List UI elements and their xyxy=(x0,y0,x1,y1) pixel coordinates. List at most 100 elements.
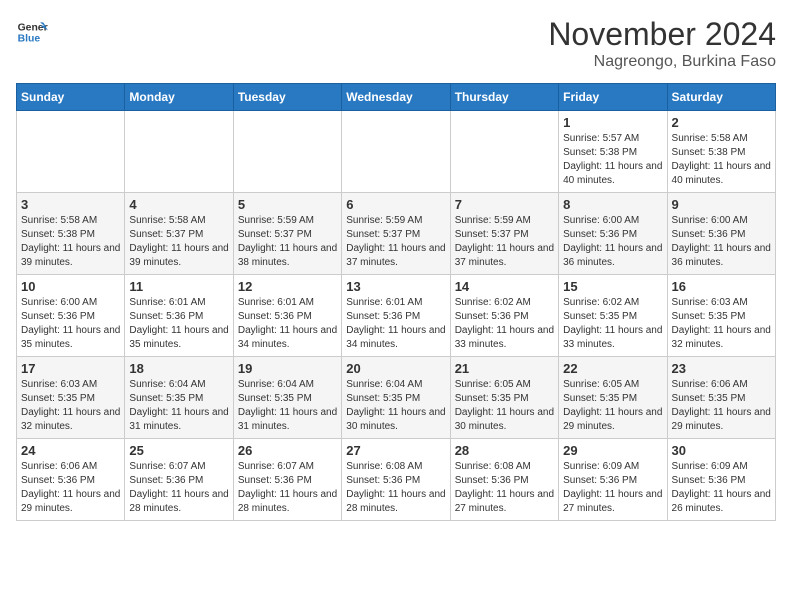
day-info: Sunrise: 6:01 AM Sunset: 5:36 PM Dayligh… xyxy=(129,296,228,352)
calendar-cell: 9Sunrise: 6:00 AM Sunset: 5:36 PM Daylig… xyxy=(667,193,775,275)
day-number: 26 xyxy=(238,443,337,458)
day-info: Sunrise: 6:02 AM Sunset: 5:35 PM Dayligh… xyxy=(563,296,662,352)
calendar-cell: 28 Sunrise: 6:08 AM Sunset: 5:36 PM Dayli… xyxy=(450,439,558,521)
day-info: Sunrise: 5:59 AM Sunset: 5:37 PM Dayligh… xyxy=(346,214,445,270)
calendar-cell: 20 Sunrise: 6:04 AM Sunset: 5:35 PM Dayli… xyxy=(342,357,450,439)
day-info: Sunrise: 6:09 AM Sunset: 5:36 PM Dayligh… xyxy=(672,460,771,516)
day-info: Sunrise: 6:03 AM Sunset: 5:35 PM Dayligh… xyxy=(672,296,771,352)
logo: General Blue xyxy=(16,16,48,48)
calendar-cell: 17 Sunrise: 6:03 AM Sunset: 5:35 PM Dayli… xyxy=(17,357,125,439)
calendar-cell xyxy=(125,111,233,193)
calendar-cell: 3Sunrise: 5:58 AM Sunset: 5:38 PM Daylig… xyxy=(17,193,125,275)
calendar-cell: 29 Sunrise: 6:09 AM Sunset: 5:36 PM Dayli… xyxy=(559,439,667,521)
day-number: 24 xyxy=(21,443,120,458)
day-info: Sunrise: 5:58 AM Sunset: 5:38 PM Dayligh… xyxy=(21,214,120,270)
day-number: 14 xyxy=(455,279,554,294)
calendar-cell: 23 Sunrise: 6:06 AM Sunset: 5:35 PM Dayli… xyxy=(667,357,775,439)
day-number: 11 xyxy=(129,279,228,294)
calendar-cell: 26 Sunrise: 6:07 AM Sunset: 5:36 PM Dayli… xyxy=(233,439,341,521)
day-info: Sunrise: 5:58 AM Sunset: 5:38 PM Dayligh… xyxy=(672,132,771,188)
location-title: Nagreongo, Burkina Faso xyxy=(548,53,776,71)
day-info: Sunrise: 6:00 AM Sunset: 5:36 PM Dayligh… xyxy=(563,214,662,270)
column-header-saturday: Saturday xyxy=(667,84,775,111)
day-number: 20 xyxy=(346,361,445,376)
day-info: Sunrise: 6:01 AM Sunset: 5:36 PM Dayligh… xyxy=(346,296,445,352)
calendar-cell xyxy=(17,111,125,193)
day-number: 13 xyxy=(346,279,445,294)
column-header-wednesday: Wednesday xyxy=(342,84,450,111)
day-info: Sunrise: 6:08 AM Sunset: 5:36 PM Dayligh… xyxy=(346,460,445,516)
day-info: Sunrise: 6:06 AM Sunset: 5:35 PM Dayligh… xyxy=(672,378,771,434)
title-block: November 2024 Nagreongo, Burkina Faso xyxy=(548,16,776,71)
day-info: Sunrise: 6:07 AM Sunset: 5:36 PM Dayligh… xyxy=(238,460,337,516)
calendar-cell: 5 Sunrise: 5:59 AM Sunset: 5:37 PM Daylig… xyxy=(233,193,341,275)
day-number: 2 xyxy=(672,115,771,130)
day-number: 10 xyxy=(21,279,120,294)
day-number: 16 xyxy=(672,279,771,294)
calendar-week-1: 1 Sunrise: 5:57 AM Sunset: 5:38 PM Daylig… xyxy=(17,111,776,193)
day-info: Sunrise: 6:05 AM Sunset: 5:35 PM Dayligh… xyxy=(563,378,662,434)
column-header-tuesday: Tuesday xyxy=(233,84,341,111)
calendar-cell: 8 Sunrise: 6:00 AM Sunset: 5:36 PM Daylig… xyxy=(559,193,667,275)
day-number: 15 xyxy=(563,279,662,294)
day-info: Sunrise: 6:05 AM Sunset: 5:35 PM Dayligh… xyxy=(455,378,554,434)
day-info: Sunrise: 6:04 AM Sunset: 5:35 PM Dayligh… xyxy=(346,378,445,434)
day-number: 19 xyxy=(238,361,337,376)
calendar-cell: 22 Sunrise: 6:05 AM Sunset: 5:35 PM Dayli… xyxy=(559,357,667,439)
day-number: 8 xyxy=(563,197,662,212)
day-number: 22 xyxy=(563,361,662,376)
calendar-week-5: 24Sunrise: 6:06 AM Sunset: 5:36 PM Dayli… xyxy=(17,439,776,521)
day-info: Sunrise: 5:59 AM Sunset: 5:37 PM Dayligh… xyxy=(238,214,337,270)
day-info: Sunrise: 6:09 AM Sunset: 5:36 PM Dayligh… xyxy=(563,460,662,516)
calendar-cell: 18Sunrise: 6:04 AM Sunset: 5:35 PM Dayli… xyxy=(125,357,233,439)
month-title: November 2024 xyxy=(548,16,776,53)
calendar-cell: 27Sunrise: 6:08 AM Sunset: 5:36 PM Dayli… xyxy=(342,439,450,521)
day-info: Sunrise: 6:07 AM Sunset: 5:36 PM Dayligh… xyxy=(129,460,228,516)
column-header-thursday: Thursday xyxy=(450,84,558,111)
calendar-cell: 15 Sunrise: 6:02 AM Sunset: 5:35 PM Dayli… xyxy=(559,275,667,357)
logo-icon: General Blue xyxy=(16,16,48,48)
svg-text:Blue: Blue xyxy=(18,34,41,45)
calendar-cell: 7 Sunrise: 5:59 AM Sunset: 5:37 PM Daylig… xyxy=(450,193,558,275)
column-header-sunday: Sunday xyxy=(17,84,125,111)
day-number: 21 xyxy=(455,361,554,376)
calendar-cell: 21 Sunrise: 6:05 AM Sunset: 5:35 PM Dayli… xyxy=(450,357,558,439)
day-info: Sunrise: 6:04 AM Sunset: 5:35 PM Dayligh… xyxy=(238,378,337,434)
day-number: 12 xyxy=(238,279,337,294)
column-header-friday: Friday xyxy=(559,84,667,111)
day-info: Sunrise: 5:59 AM Sunset: 5:37 PM Dayligh… xyxy=(455,214,554,270)
day-info: Sunrise: 6:04 AM Sunset: 5:35 PM Dayligh… xyxy=(129,378,228,434)
calendar-cell: 16 Sunrise: 6:03 AM Sunset: 5:35 PM Dayli… xyxy=(667,275,775,357)
calendar-cell: 10Sunrise: 6:00 AM Sunset: 5:36 PM Dayli… xyxy=(17,275,125,357)
day-number: 25 xyxy=(129,443,228,458)
calendar-cell: 24Sunrise: 6:06 AM Sunset: 5:36 PM Dayli… xyxy=(17,439,125,521)
calendar-cell: 11 Sunrise: 6:01 AM Sunset: 5:36 PM Dayli… xyxy=(125,275,233,357)
column-header-monday: Monday xyxy=(125,84,233,111)
calendar-week-3: 10Sunrise: 6:00 AM Sunset: 5:36 PM Dayli… xyxy=(17,275,776,357)
calendar-cell: 13 Sunrise: 6:01 AM Sunset: 5:36 PM Dayli… xyxy=(342,275,450,357)
day-info: Sunrise: 6:02 AM Sunset: 5:36 PM Dayligh… xyxy=(455,296,554,352)
calendar-cell xyxy=(342,111,450,193)
day-number: 23 xyxy=(672,361,771,376)
calendar-cell xyxy=(450,111,558,193)
calendar-cell: 25 Sunrise: 6:07 AM Sunset: 5:36 PM Dayli… xyxy=(125,439,233,521)
calendar-cell: 30 Sunrise: 6:09 AM Sunset: 5:36 PM Dayli… xyxy=(667,439,775,521)
day-number: 1 xyxy=(563,115,662,130)
day-number: 5 xyxy=(238,197,337,212)
calendar-cell: 6Sunrise: 5:59 AM Sunset: 5:37 PM Daylig… xyxy=(342,193,450,275)
day-number: 29 xyxy=(563,443,662,458)
day-info: Sunrise: 6:08 AM Sunset: 5:36 PM Dayligh… xyxy=(455,460,554,516)
page-header: General Blue November 2024 Nagreongo, Bu… xyxy=(16,16,776,71)
calendar-cell: 14 Sunrise: 6:02 AM Sunset: 5:36 PM Dayli… xyxy=(450,275,558,357)
day-number: 4 xyxy=(129,197,228,212)
day-number: 7 xyxy=(455,197,554,212)
day-info: Sunrise: 6:03 AM Sunset: 5:35 PM Dayligh… xyxy=(21,378,120,434)
day-number: 30 xyxy=(672,443,771,458)
calendar-cell: 4 Sunrise: 5:58 AM Sunset: 5:37 PM Daylig… xyxy=(125,193,233,275)
day-number: 28 xyxy=(455,443,554,458)
day-info: Sunrise: 6:01 AM Sunset: 5:36 PM Dayligh… xyxy=(238,296,337,352)
day-info: Sunrise: 5:57 AM Sunset: 5:38 PM Dayligh… xyxy=(563,132,662,188)
calendar-header-row: SundayMondayTuesdayWednesdayThursdayFrid… xyxy=(17,84,776,111)
day-info: Sunrise: 5:58 AM Sunset: 5:37 PM Dayligh… xyxy=(129,214,228,270)
day-number: 17 xyxy=(21,361,120,376)
